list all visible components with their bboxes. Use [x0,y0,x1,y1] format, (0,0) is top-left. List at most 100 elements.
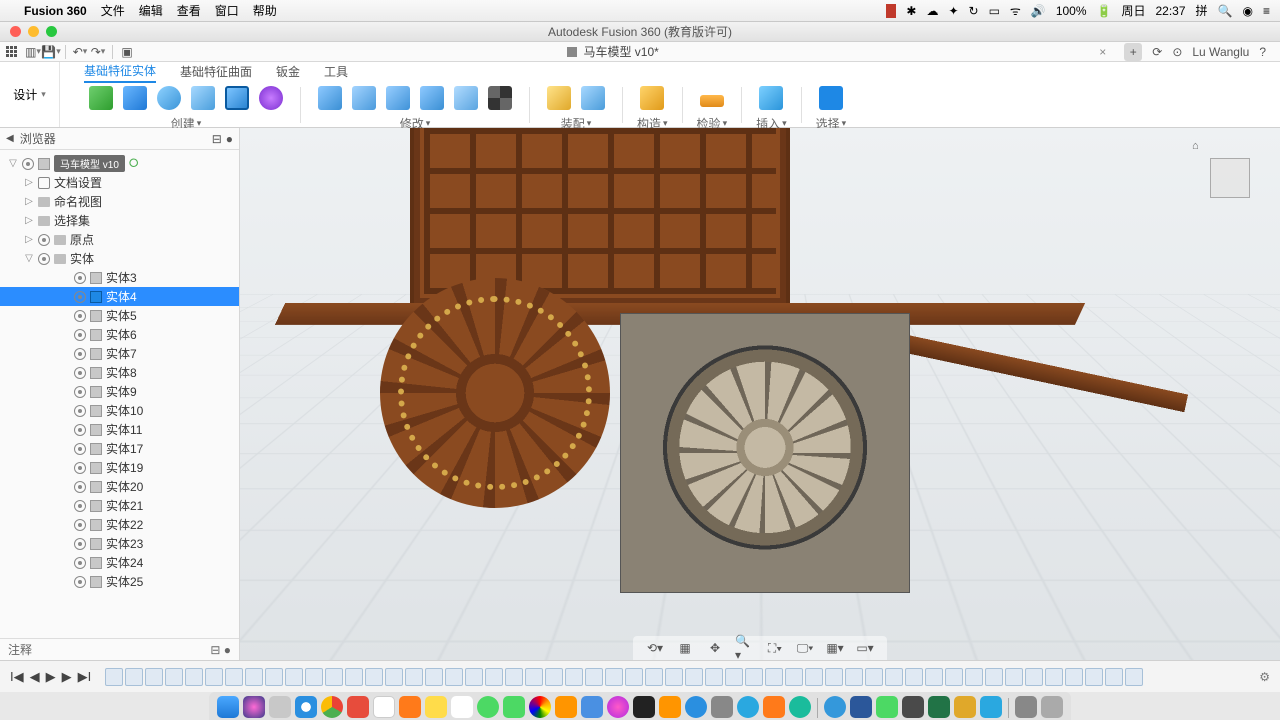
menu-file[interactable]: 文件 [101,2,125,19]
node-body[interactable]: 实体4 [0,287,239,306]
fit-button[interactable]: ⛶▾ [765,639,785,657]
tab-surfaces[interactable]: 基础特征曲面 [180,63,252,82]
notifications-icon[interactable]: ≡ [1263,4,1270,18]
save-button[interactable]: 💾▾ [43,44,59,60]
timeline-step[interactable] [1085,668,1103,686]
eye-icon[interactable] [74,386,86,398]
dock-messages-icon[interactable] [477,696,499,718]
node-body[interactable]: 实体22 [0,515,239,534]
browser-tree[interactable]: ▽ 马车模型 v10 ⭘ ▷文档设置 ▷命名视图 ▷选择集 ▷原点 ▽实体 实体… [0,150,239,638]
node-body[interactable]: 实体7 [0,344,239,363]
wechat-icon[interactable]: ☁ [926,4,938,18]
dock-appstore-icon[interactable] [685,696,707,718]
eye-icon[interactable] [74,272,86,284]
tab-sheetmetal[interactable]: 钣金 [276,63,300,82]
timeline-step[interactable] [985,668,1003,686]
timeline-step[interactable] [945,668,963,686]
day-text[interactable]: 周日 [1121,2,1145,19]
eye-icon[interactable] [74,576,86,588]
menu-help[interactable]: 帮助 [253,2,277,19]
timeline-step[interactable] [265,668,283,686]
dock-app1-icon[interactable] [737,696,759,718]
display-icon[interactable]: ▭ [989,4,1000,18]
eye-icon[interactable] [74,329,86,341]
timeline-step[interactable] [525,668,543,686]
undo-button[interactable]: ↶▾ [72,44,88,60]
timeline-step[interactable] [925,668,943,686]
menu-edit[interactable]: 编辑 [139,2,163,19]
timeline-step[interactable] [425,668,443,686]
eye-icon[interactable] [74,367,86,379]
revolve-button[interactable] [154,83,184,113]
timeline-step[interactable] [365,668,383,686]
timeline-step[interactable] [125,668,143,686]
close-tab-button[interactable]: × [1091,45,1114,59]
node-selection-sets[interactable]: ▷选择集 [0,211,239,230]
dock-tv-icon[interactable] [633,696,655,718]
timeline-step[interactable] [745,668,763,686]
dock-itunes-icon[interactable] [607,696,629,718]
timeline-step[interactable] [705,668,723,686]
timeline-step[interactable] [1025,668,1043,686]
sweep-button[interactable] [188,83,218,113]
node-body[interactable]: 实体6 [0,325,239,344]
extensions-button[interactable]: ▣ [119,44,135,60]
timeline-step[interactable] [505,668,523,686]
extensions-icon[interactable]: ⟳ [1152,45,1162,59]
timeline-steps[interactable] [105,668,1247,686]
notifications-bell-icon[interactable]: ⊙ [1172,45,1182,59]
node-body[interactable]: 实体11 [0,420,239,439]
dock-finder-icon[interactable] [217,696,239,718]
dock-pages-icon[interactable] [555,696,577,718]
eye-icon[interactable] [74,538,86,550]
timeline-step[interactable] [805,668,823,686]
eye-icon[interactable] [74,348,86,360]
dock-chrome-icon[interactable] [321,696,343,718]
siri-icon[interactable]: ◉ [1243,4,1253,18]
dock-notes-icon[interactable] [425,696,447,718]
status-icon[interactable] [886,4,896,18]
timeline-prev-button[interactable]: ◀ [30,669,40,685]
tab-tools[interactable]: 工具 [324,63,348,82]
timeline-step[interactable] [385,668,403,686]
timeline-step[interactable] [245,668,263,686]
node-body[interactable]: 实体24 [0,553,239,572]
dock-autodesk-icon[interactable] [763,696,785,718]
document-tab[interactable]: 马车模型 v10* [137,43,1089,60]
timeline-settings-button[interactable]: ⚙ [1259,670,1270,684]
help-icon[interactable]: ? [1259,45,1266,59]
dock-mail-icon[interactable] [347,696,369,718]
timeline-step[interactable] [1005,668,1023,686]
browser-options-button[interactable]: ⊟ [212,132,222,146]
display-settings-button[interactable]: 🖵▾ [795,639,815,657]
viewcube[interactable]: ⌂ [1200,148,1260,208]
battery-icon[interactable]: 🔋 [1097,4,1112,18]
node-body[interactable]: 实体19 [0,458,239,477]
eye-icon[interactable] [74,291,86,303]
user-name[interactable]: Lu Wanglu [1192,45,1249,59]
eye-icon[interactable] [74,500,86,512]
grid-settings-button[interactable]: ▦▾ [825,639,845,657]
timeline-step[interactable] [585,668,603,686]
viewport-canvas[interactable]: ⌂ ⟲▾ ▦ ✥ 🔍▾ ⛶▾ 🖵▾ ▦▾ ▭▾ [240,128,1280,660]
node-body[interactable]: 实体23 [0,534,239,553]
timeline-step[interactable] [405,668,423,686]
dock-excel-icon[interactable] [928,696,950,718]
node-named-views[interactable]: ▷命名视图 [0,192,239,211]
timeline-step[interactable] [465,668,483,686]
tab-solids[interactable]: 基础特征实体 [84,62,156,83]
menu-window[interactable]: 窗口 [215,2,239,19]
menu-view[interactable]: 查看 [177,2,201,19]
timeline-step[interactable] [725,668,743,686]
timeline-step[interactable] [205,668,223,686]
new-tab-button[interactable]: + [1124,43,1142,61]
bird-icon[interactable]: ✦ [948,4,958,18]
comments-panel-header[interactable]: 注释 ⊟ ● [0,638,239,660]
timeline-step[interactable] [325,668,343,686]
timeline-step[interactable] [1065,668,1083,686]
eye-icon[interactable] [22,158,34,170]
eye-icon[interactable] [74,481,86,493]
timeline-step[interactable] [285,668,303,686]
node-body[interactable]: 实体8 [0,363,239,382]
dock-trash-icon[interactable] [1041,696,1063,718]
